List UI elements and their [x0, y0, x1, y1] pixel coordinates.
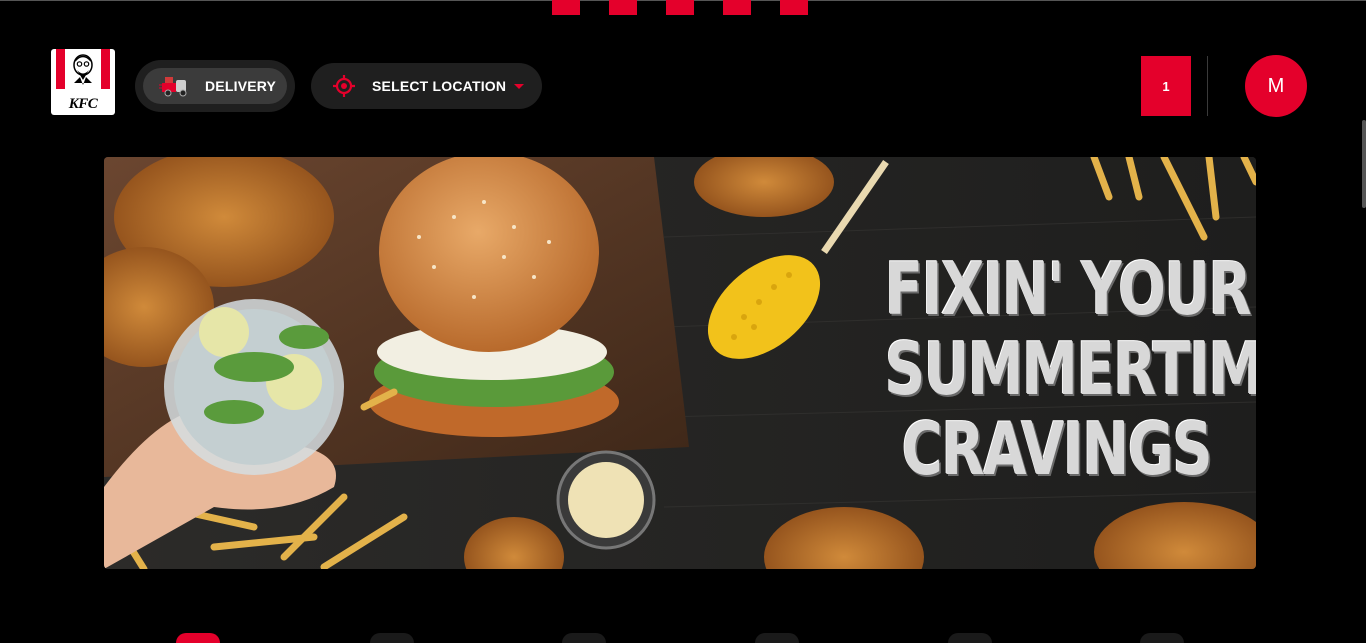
cart-count: 1 — [1162, 78, 1170, 94]
stripe — [552, 0, 580, 15]
category-tab[interactable] — [370, 633, 414, 643]
location-target-icon — [333, 75, 355, 97]
logo-text: KFC — [68, 96, 98, 112]
category-tab[interactable] — [948, 633, 992, 643]
delivery-label: DELIVERY — [205, 78, 277, 94]
category-row-peek — [0, 630, 1366, 643]
category-tab[interactable] — [562, 633, 606, 643]
delivery-button[interactable]: DELIVERY — [143, 68, 287, 104]
header-divider — [1207, 56, 1208, 116]
stripe — [666, 0, 694, 15]
chevron-down-icon — [514, 83, 525, 89]
category-tab[interactable] — [1140, 633, 1184, 643]
stripe — [780, 0, 808, 15]
kfc-logo[interactable]: KFC — [51, 49, 115, 115]
cart-button[interactable]: 1 — [1141, 56, 1191, 116]
site-header: KFC DELIVERY SELECT LOCATION 1 M — [0, 48, 1366, 118]
headline-line: CRAVINGS — [901, 407, 1213, 491]
headline-line: FIXIN' YOUR — [884, 247, 1252, 331]
page-scrollbar[interactable] — [1362, 120, 1366, 208]
location-label: SELECT LOCATION — [372, 78, 507, 94]
category-tab[interactable] — [176, 633, 220, 643]
account-avatar[interactable]: M — [1245, 55, 1307, 117]
delivery-truck-icon — [159, 77, 187, 97]
avatar-initial: M — [1267, 74, 1285, 97]
colonel-icon — [73, 54, 93, 85]
select-location-button[interactable]: SELECT LOCATION — [311, 63, 542, 109]
promo-banner[interactable]: FIXIN' YOUR SUMMERTIME CRAVINGS — [104, 157, 1256, 569]
headline-line: SUMMERTIME — [884, 327, 1256, 411]
brand-stripes — [552, 0, 808, 15]
category-tab[interactable] — [755, 633, 799, 643]
stripe — [609, 0, 637, 15]
stripe — [723, 0, 751, 15]
order-mode-toggle: DELIVERY — [135, 60, 295, 112]
banner-headline: FIXIN' YOUR SUMMERTIME CRAVINGS — [884, 247, 1256, 491]
